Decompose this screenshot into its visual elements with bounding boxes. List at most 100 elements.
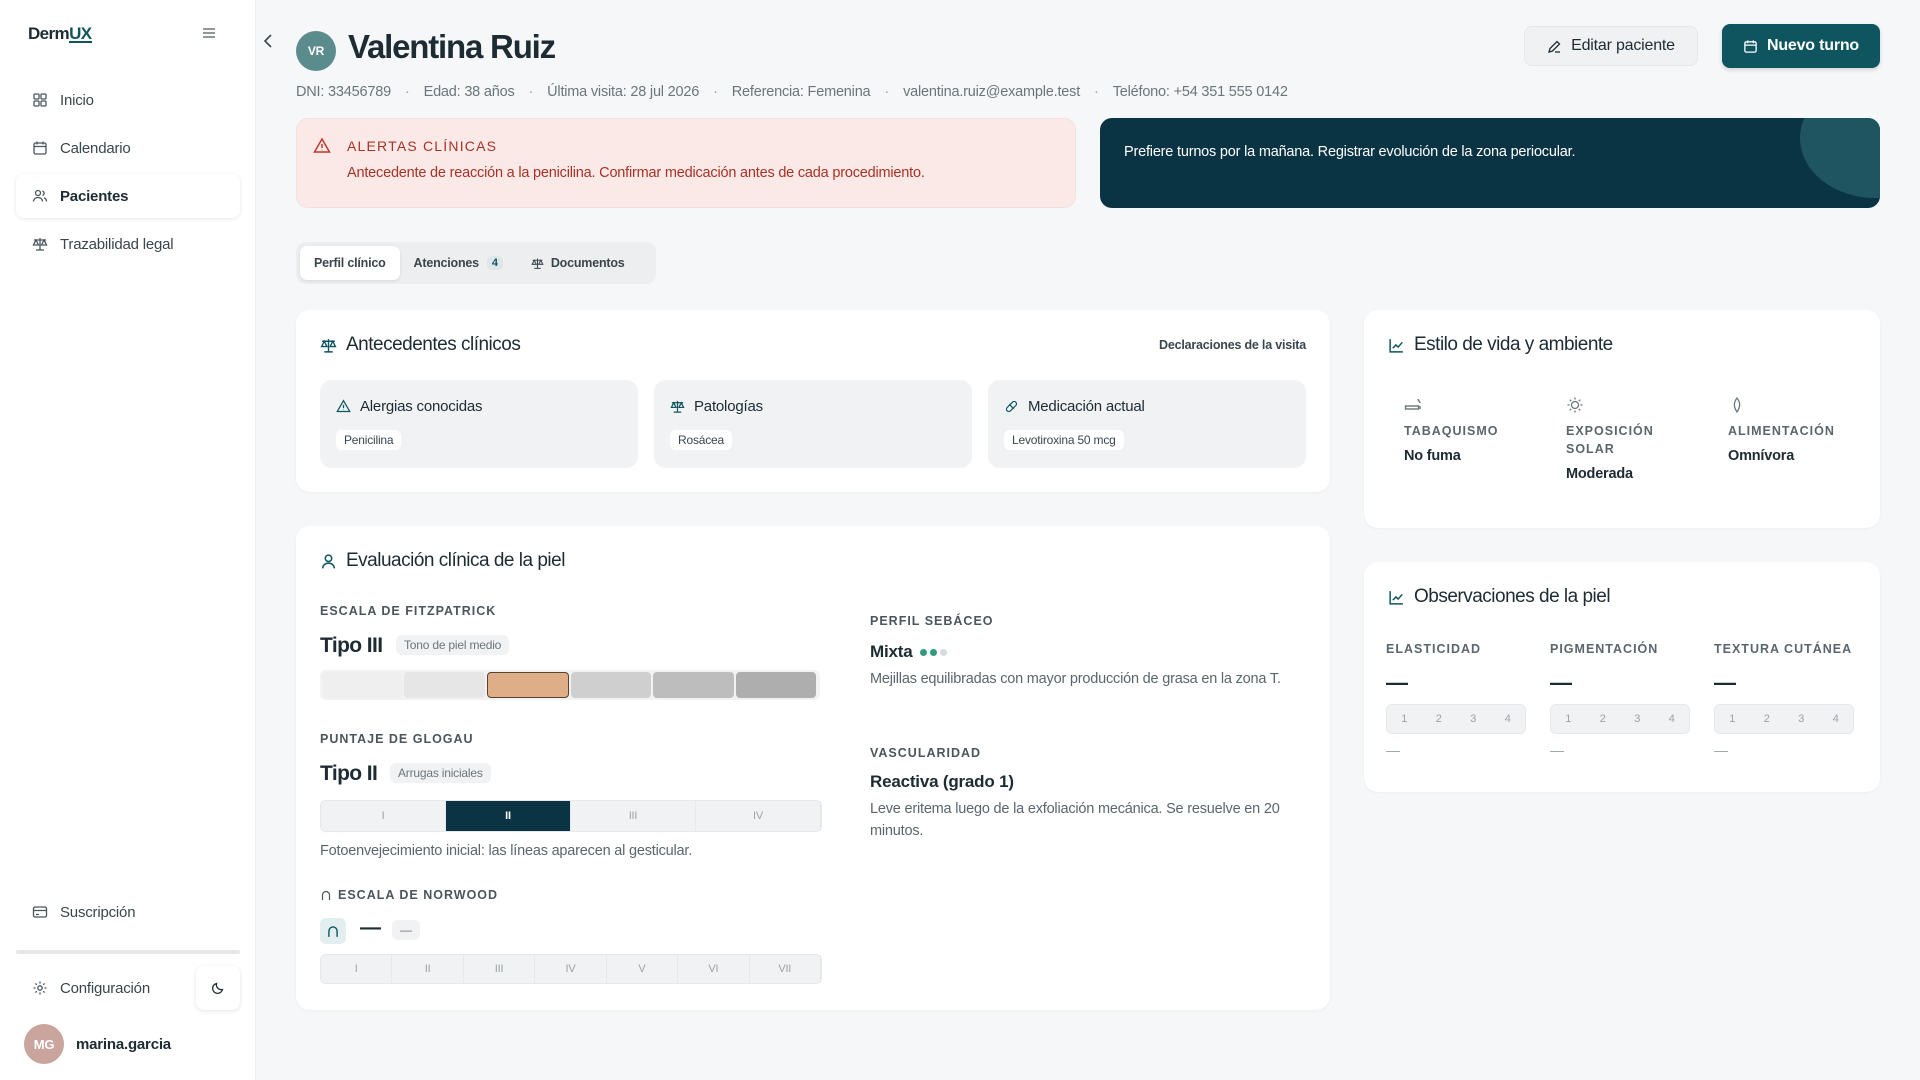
lifestyle-card: Estilo de vida y ambiente TABAQUISMO No … [1364, 310, 1880, 528]
fitzpatrick-swatch[interactable] [653, 672, 734, 698]
norwood-option[interactable]: VI [678, 955, 750, 983]
user-icon [320, 553, 337, 570]
scale-icon [531, 257, 544, 270]
glogau-label: PUNTAJE DE GLOGAU [320, 732, 474, 746]
calendar-icon [32, 140, 48, 156]
elasticity-column: ELASTICIDAD — 1234 — [1386, 642, 1526, 758]
norwood-option[interactable]: V [607, 955, 679, 983]
sidebar-item-label: Trazabilidad legal [60, 235, 174, 253]
scale-icon [670, 399, 685, 414]
glogau-option[interactable]: IV [696, 801, 821, 831]
sidebar-item-suscripcion[interactable]: Suscripción [16, 890, 240, 934]
sidebar-item-inicio[interactable]: Inicio [16, 78, 240, 122]
scale-option[interactable]: 3 [1456, 705, 1491, 733]
theme-toggle-button[interactable] [196, 966, 240, 1010]
scale-option[interactable]: 2 [1422, 705, 1457, 733]
scale-option[interactable]: 1 [1715, 705, 1750, 733]
scale-option[interactable]: 3 [1620, 705, 1655, 733]
leaf-icon [1728, 396, 1746, 414]
patient-meta: DNI: 33456789 · Edad: 38 años · Última vis… [296, 84, 1288, 100]
tab-perfil-clinico[interactable]: Perfil clínico [300, 246, 400, 280]
new-appointment-button[interactable]: Nuevo turno [1722, 24, 1880, 68]
sidebar-item-trazabilidad[interactable]: Trazabilidad legal [16, 222, 240, 266]
sidebar-divider [16, 950, 240, 954]
patient-email: valentina.ruiz@example.test [903, 84, 1081, 100]
level-dot [930, 649, 938, 657]
norwood-option[interactable]: III [464, 955, 536, 983]
card-title: Evaluación clínica de la piel [320, 550, 565, 572]
elasticity-scale[interactable]: 1234 [1386, 704, 1526, 734]
glogau-option[interactable]: III [571, 801, 696, 831]
patient-avatar: VR [296, 31, 336, 71]
texture-column: TEXTURA CUTÁNEA — 1234 — [1714, 642, 1854, 758]
clinical-alert: ALERTAS CLÍNICAS Antecedente de reacción… [296, 118, 1076, 208]
fitzpatrick-swatch[interactable] [404, 672, 485, 698]
edit-patient-button[interactable]: Editar paciente [1524, 26, 1698, 66]
scale-option[interactable]: 4 [1655, 705, 1690, 733]
scale-option[interactable]: 1 [1387, 705, 1422, 733]
fitzpatrick-swatch[interactable] [322, 672, 403, 698]
cigarette-icon [1404, 396, 1422, 414]
pigmentation-scale[interactable]: 1234 [1550, 704, 1690, 734]
head-icon [320, 889, 332, 901]
norwood-option[interactable]: VII [750, 955, 821, 983]
antecedentes-card: Antecedentes clínicos Declaraciones de l… [296, 310, 1330, 492]
norwood-option[interactable]: I [321, 955, 393, 983]
skin-observations-card: Observaciones de la piel ELASTICIDAD — 1… [1364, 562, 1880, 792]
texture-scale[interactable]: 1234 [1714, 704, 1854, 734]
visit-declarations-link[interactable]: Declaraciones de la visita [1159, 338, 1306, 352]
level-dot [940, 649, 948, 657]
card-title: Estilo de vida y ambiente [1388, 334, 1613, 356]
chart-icon [1388, 337, 1405, 354]
scale-option[interactable]: 4 [1491, 705, 1526, 733]
app-logo[interactable]: DermUX [28, 24, 92, 44]
norwood-scale: I II III IV V VI VII [320, 954, 822, 984]
fitzpatrick-swatch[interactable] [570, 672, 652, 698]
fitzpatrick-value: Tipo III [320, 634, 383, 657]
sebaceous-label: PERFIL SEBÁCEO [870, 614, 994, 628]
sidebar-item-calendario[interactable]: Calendario [16, 126, 240, 170]
norwood-option[interactable]: IV [535, 955, 607, 983]
menu-icon[interactable] [202, 26, 222, 44]
fitzpatrick-label: ESCALA DE FITZPATRICK [320, 604, 497, 618]
back-icon[interactable] [262, 32, 278, 52]
sidebar: DermUX Inicio Calendario Pacientes Traza… [0, 0, 256, 1080]
glogau-scale: I II III IV [320, 800, 822, 832]
texture-value: — [1714, 670, 1736, 695]
glogau-note: Fotoenvejecimiento inicial: las líneas a… [320, 843, 693, 859]
card-title: Antecedentes clínicos [320, 334, 521, 356]
scale-option[interactable]: 2 [1586, 705, 1621, 733]
users-icon [32, 188, 48, 204]
sun-icon [1566, 396, 1584, 414]
sidebar-item-configuracion[interactable]: Configuración [16, 966, 186, 1010]
tab-atenciones[interactable]: Atenciones 4 [400, 246, 517, 280]
scale-option[interactable]: 4 [1819, 705, 1854, 733]
pigmentation-column: PIGMENTACIÓN — 1234 — [1550, 642, 1690, 758]
head-icon [320, 918, 346, 944]
norwood-label: ESCALA DE NORWOOD [320, 888, 498, 902]
sidebar-item-pacientes[interactable]: Pacientes [16, 174, 240, 218]
pill-icon [1004, 399, 1019, 414]
moon-icon [211, 981, 225, 995]
pathologies-card: Patologías Rosácea [654, 380, 972, 468]
fitzpatrick-scale[interactable] [320, 670, 820, 700]
norwood-option[interactable]: II [392, 955, 464, 983]
vascularity-label: VASCULARIDAD [870, 746, 982, 760]
sidebar-item-label: Calendario [60, 139, 131, 157]
scale-option[interactable]: 2 [1750, 705, 1785, 733]
tab-documentos[interactable]: Documentos [517, 246, 639, 280]
glogau-option[interactable]: I [321, 801, 446, 831]
note-text: Prefiere turnos por la mañana. Registrar… [1124, 144, 1576, 160]
skin-evaluation-card: Evaluación clínica de la piel ESCALA DE … [296, 526, 1330, 1010]
fitzpatrick-swatch[interactable] [735, 672, 816, 698]
sidebar-item-label: Inicio [60, 91, 94, 109]
user-profile[interactable]: MG marina.garcia [24, 1024, 171, 1064]
sebaceous-text: Mejillas equilibradas con mayor producci… [870, 671, 1281, 687]
glogau-option[interactable]: II [446, 801, 571, 831]
scale-option[interactable]: 1 [1551, 705, 1586, 733]
scale-option[interactable]: 3 [1784, 705, 1819, 733]
vascularity-text: Leve eritema luego de la exfoliación mec… [870, 801, 1280, 839]
alert-text: Antecedente de reacción a la penicilina.… [347, 165, 925, 181]
sebaceous-level-dots [920, 649, 950, 657]
fitzpatrick-swatch[interactable] [486, 672, 569, 698]
